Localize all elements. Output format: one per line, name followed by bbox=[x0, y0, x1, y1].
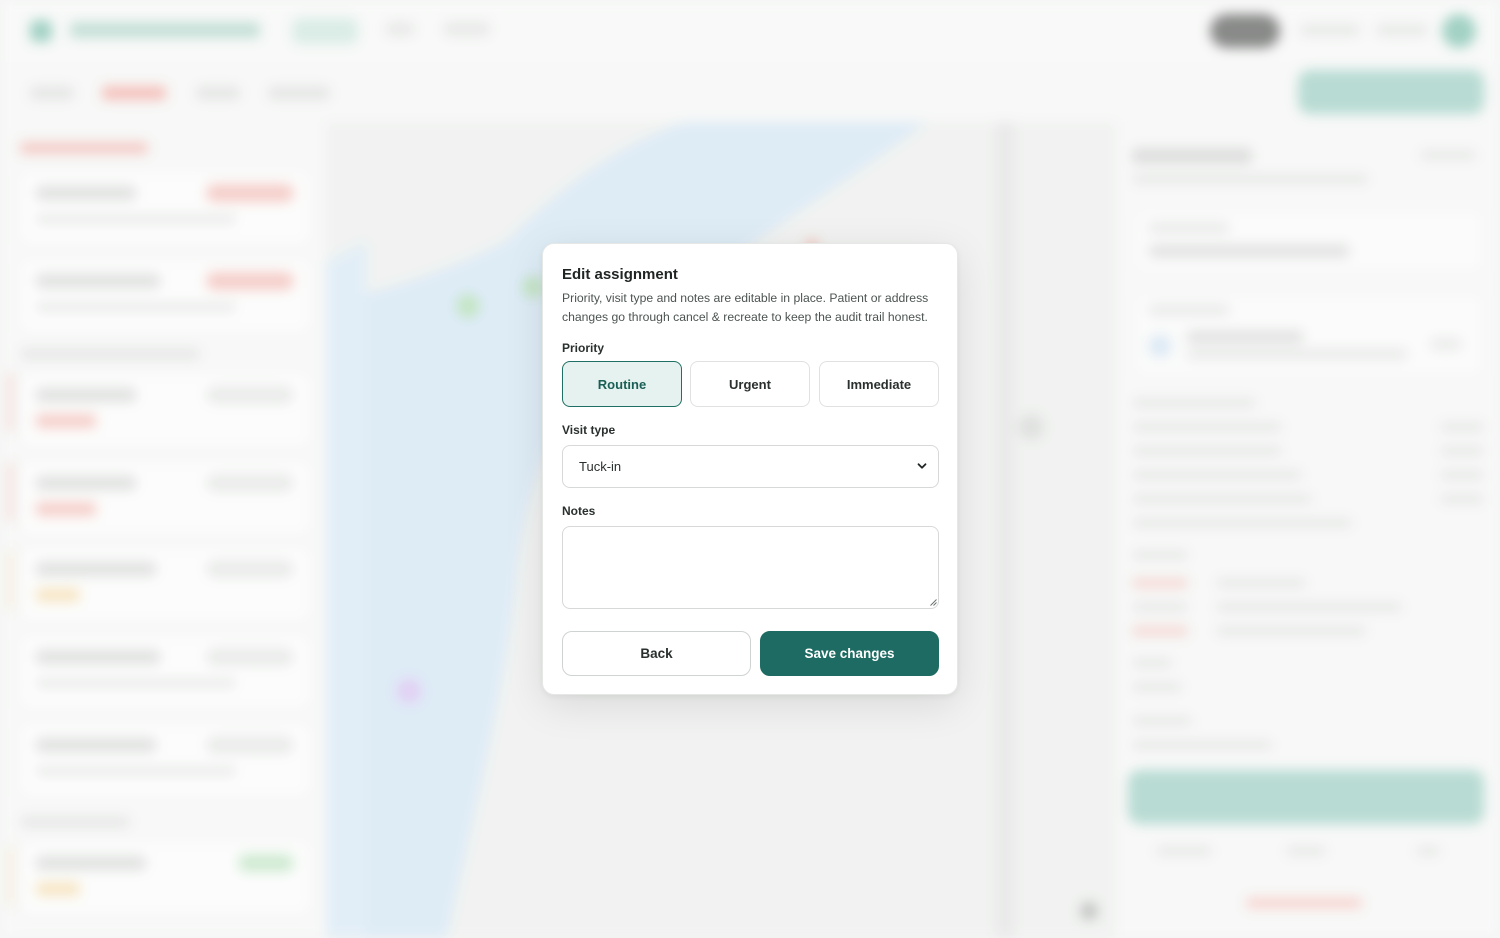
resize-grip-icon[interactable] bbox=[930, 599, 937, 606]
edit-assignment-modal: Edit assignment Priority, visit type and… bbox=[542, 243, 958, 695]
chevron-down-icon bbox=[917, 463, 927, 469]
priority-urgent-button[interactable]: Urgent bbox=[690, 361, 810, 407]
back-button[interactable]: Back bbox=[562, 631, 751, 676]
priority-immediate-button[interactable]: Immediate bbox=[819, 361, 939, 407]
save-changes-button[interactable]: Save changes bbox=[760, 631, 939, 676]
visit-type-label: Visit type bbox=[562, 423, 616, 437]
notes-textarea[interactable] bbox=[562, 526, 939, 609]
modal-description: Priority, visit type and notes are edita… bbox=[562, 291, 929, 324]
visit-type-value: Tuck-in bbox=[579, 459, 622, 474]
priority-label: Priority bbox=[562, 341, 605, 355]
visit-type-select[interactable]: Tuck-in bbox=[562, 445, 939, 488]
notes-label: Notes bbox=[562, 504, 596, 518]
modal-title: Edit assignment bbox=[562, 266, 678, 283]
priority-routine-button[interactable]: Routine bbox=[562, 361, 682, 407]
